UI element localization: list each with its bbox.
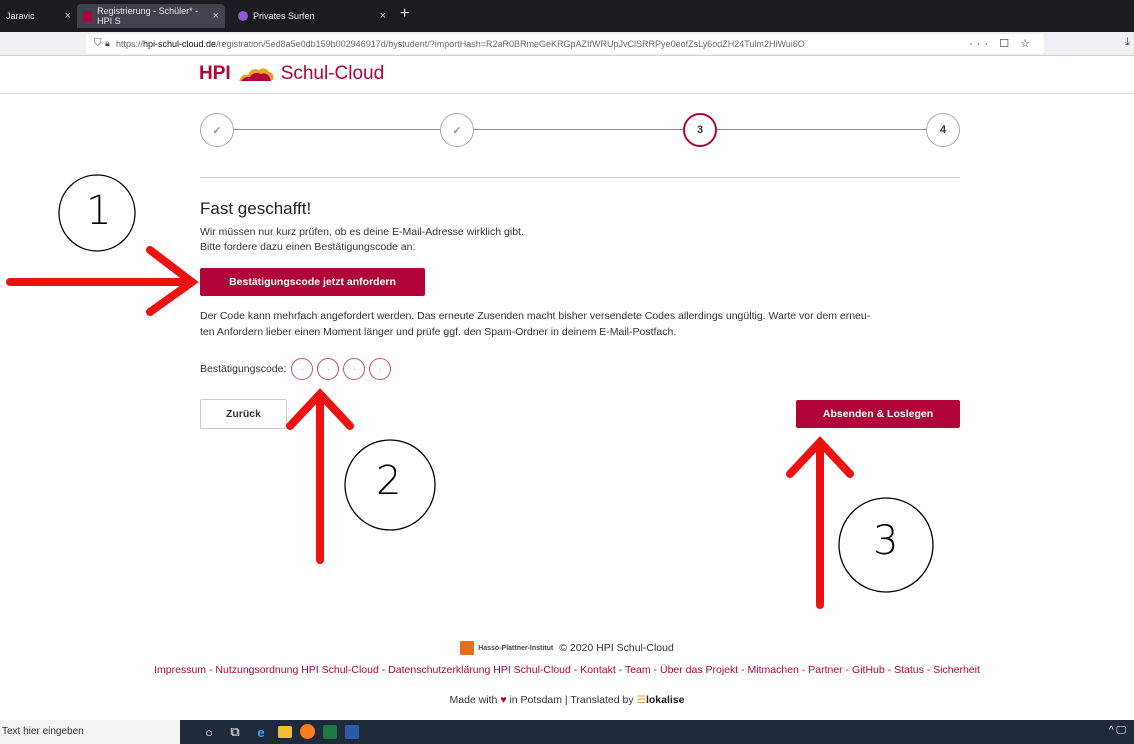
annotation-number: 3 [873, 518, 899, 564]
step-connector [717, 129, 926, 130]
tab-label: Jaravic [6, 11, 35, 21]
made-with-text: Made with [449, 694, 498, 706]
code-digit-input[interactable]: · [317, 358, 340, 380]
code-digit-input[interactable]: · [343, 358, 366, 380]
footer-link-status[interactable]: Status [894, 664, 924, 676]
footer-link-datenschutz[interactable]: Datenschutzerklärung HPI Schul-Cloud [388, 664, 571, 676]
file-explorer-icon[interactable] [278, 726, 292, 738]
hpi-schul-cloud-logo[interactable]: HPI Schul-Cloud [199, 63, 384, 85]
logo-hpi-text: HPI [199, 63, 231, 84]
footer-link-partner[interactable]: Partner [808, 664, 842, 676]
footer-link-github[interactable]: GitHub [852, 664, 885, 676]
excel-icon[interactable] [323, 725, 337, 739]
lokalise-link[interactable]: lokalise [646, 694, 685, 706]
word-icon[interactable] [345, 725, 359, 739]
step-4-pending: 4 [926, 113, 960, 147]
annotation-number: 1 [86, 188, 112, 234]
annotation-number: 2 [376, 458, 402, 504]
footer-link-sicherheit[interactable]: Sicherheit [933, 664, 980, 676]
code-digit-input[interactable]: · [291, 358, 314, 380]
intro-line: Wir müssen nur kurz prüfen, ob es deine … [200, 226, 524, 238]
hpi-logo-icon [460, 641, 475, 655]
step-connector [234, 129, 440, 130]
in-potsdam-text: in Potsdam | Translated by [509, 694, 634, 706]
windows-taskbar: Text hier eingeben ○ ⧉ e ^ 🖵 [0, 720, 1134, 744]
footer-link-team[interactable]: Team [625, 664, 651, 676]
browser-navbar: ⛉ 🔒︎ https://hpi-schul-cloud.de/registra… [0, 32, 1134, 56]
code-label: Bestätigungscode: [200, 363, 287, 375]
tab-label: Registrierung - Schüler* - HPI S [97, 6, 199, 26]
footer-link-nutzungsordnung[interactable]: Nutzungsordnung HPI Schul-Cloud [215, 664, 378, 676]
tracking-shield-icon[interactable]: ⛉ [94, 38, 102, 49]
hpi-name: Hasso-Plattner-Institut [478, 644, 554, 652]
section-divider [200, 177, 960, 178]
close-tab-icon[interactable]: × [213, 10, 219, 22]
intro-line: Bitte fordere dazu einen Bestätigungscod… [200, 241, 416, 253]
registration-stepper: ✓ ✓ 3 4 [200, 113, 960, 147]
cloud-logo-icon [238, 68, 274, 81]
site-header: HPI Schul-Cloud [0, 56, 1134, 94]
footer-link-impressum[interactable]: Impressum [154, 664, 206, 676]
page-title: Fast geschafft! [200, 199, 312, 218]
step-3-active: 3 [683, 113, 717, 147]
browser-tab-active[interactable]: Registrierung - Schüler* - HPI S × [77, 4, 225, 28]
close-tab-icon[interactable]: × [380, 10, 386, 22]
url-text[interactable]: https://hpi-schul-cloud.de/registration/… [116, 39, 805, 49]
footer-link-mitmachen[interactable]: Mitmachen [748, 664, 799, 676]
task-view-icon[interactable]: ⧉ [226, 723, 244, 741]
private-browsing-icon [238, 11, 248, 21]
page-actions-icon[interactable]: ··· ☐ ☆ [969, 37, 1034, 50]
code-info-text: Der Code kann mehrfach angefordert werde… [200, 308, 970, 340]
info-line: ten Anfordern lieber einen Moment länger… [200, 326, 677, 338]
footer-copyright: Hasso-Plattner-Institut © 2020 HPI Schul-… [0, 641, 1134, 655]
arrow-up-icon [286, 388, 354, 564]
download-icon[interactable]: ⤓ [1125, 36, 1130, 49]
firefox-icon[interactable] [300, 724, 315, 739]
arrow-up-icon [786, 436, 854, 609]
url-bar[interactable]: ⛉ 🔒︎ https://hpi-schul-cloud.de/registra… [86, 34, 1044, 54]
back-button[interactable]: Zurück [200, 399, 287, 429]
footer-links: Impressum - Nutzungsordnung HPI Schul-Cl… [154, 664, 980, 676]
step-2-done: ✓ [440, 113, 474, 147]
footer-link-projekt[interactable]: Über das Projekt [660, 664, 738, 676]
heart-icon: ♥ [500, 694, 507, 706]
browser-tab[interactable]: Jaravic × [0, 4, 77, 28]
browser-tab-bar: Jaravic × Registrierung - Schüler* - HPI… [0, 0, 1134, 32]
browser-tab[interactable]: Privates Surfen × [232, 4, 392, 28]
intro-text: Wir müssen nur kurz prüfen, ob es deine … [200, 225, 524, 255]
lock-icon[interactable]: 🔒︎ [105, 38, 110, 49]
step-1-done: ✓ [200, 113, 234, 147]
lokalise-logo-icon[interactable]: ☰ [637, 694, 646, 706]
annotation-overlay [6, 174, 934, 609]
schul-cloud-favicon [83, 11, 93, 21]
taskbar-apps: ○ ⧉ e [200, 723, 359, 741]
tab-label: Privates Surfen [253, 11, 315, 21]
submit-button[interactable]: Absenden & Loslegen [796, 400, 960, 428]
info-line: Der Code kann mehrfach angefordert werde… [200, 310, 871, 322]
step-connector [474, 129, 683, 130]
new-tab-button[interactable]: + [400, 5, 409, 23]
arrow-right-icon [6, 246, 199, 316]
close-tab-icon[interactable]: × [65, 10, 71, 22]
footer-made-with: Made with ♥ in Potsdam | Translated by ☰… [0, 694, 1134, 706]
logo-schul-cloud-text: Schul-Cloud [280, 63, 385, 84]
system-tray[interactable]: ^ 🖵 [1109, 725, 1126, 736]
copyright-text: © 2020 HPI Schul-Cloud [559, 641, 674, 654]
taskbar-search-input[interactable]: Text hier eingeben [0, 720, 180, 744]
footer-link-kontakt[interactable]: Kontakt [580, 664, 616, 676]
edge-icon[interactable]: e [252, 723, 270, 741]
request-code-button[interactable]: Bestätigungscode jetzt anfordern [200, 268, 425, 296]
code-entry-row: Bestätigungscode: · · · · [200, 358, 395, 380]
code-digit-input[interactable]: · [369, 358, 392, 380]
cortana-icon[interactable]: ○ [200, 723, 218, 741]
